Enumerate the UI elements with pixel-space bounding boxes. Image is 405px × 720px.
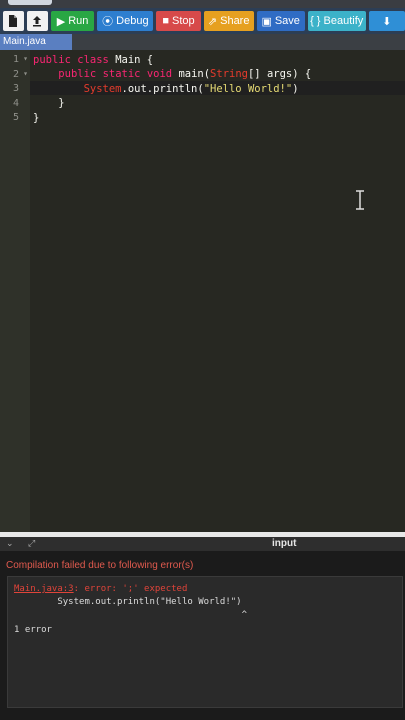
file-tab-bar: Main.java: [0, 34, 405, 50]
io-panel-header: ⌄ ⤢ input: [0, 537, 405, 551]
code-token: main(: [178, 68, 211, 80]
input-tab[interactable]: input: [272, 538, 296, 549]
toolbar: ▶ Run ⦿ Debug ■ Stop ⇗ Share ▣ Save { } …: [0, 8, 405, 34]
code-token: class: [77, 53, 116, 66]
code-token: String: [210, 68, 248, 80]
beautify-button-label: { } Beautify: [310, 15, 364, 27]
line-number-text: 5: [12, 112, 19, 123]
code-line: }: [33, 112, 39, 124]
save-button-label: Save: [274, 15, 300, 27]
code-line: }: [33, 97, 65, 109]
error-location-link[interactable]: Main.java:3: [14, 584, 74, 594]
file-icon: [9, 15, 18, 27]
code-token: Main {: [115, 53, 154, 66]
code-token: System: [83, 82, 122, 95]
browser-top-strip: [0, 0, 405, 8]
line-number-text: 4: [12, 97, 19, 109]
error-message: : error: ';' expected: [73, 584, 188, 594]
output-panel: Compilation failed due to following erro…: [0, 551, 405, 720]
download-button[interactable]: ⬇: [368, 11, 405, 31]
chevron-down-icon[interactable]: ⌄: [6, 538, 14, 549]
code-token: void: [146, 68, 179, 80]
floppy-disk-icon: ▣: [261, 15, 272, 28]
expand-icon[interactable]: ⤢: [28, 538, 35, 549]
code-token: [] args) {: [247, 68, 312, 80]
download-icon: ⬇: [382, 15, 392, 28]
output-console: Main.java:3: error: ';' expected System.…: [7, 576, 403, 708]
text-cursor-icon: [356, 190, 364, 210]
code-token: "Hello World!": [203, 82, 293, 95]
line-number-text: 3: [12, 83, 19, 94]
code-token: public: [33, 53, 78, 66]
console-error-count: 1 error: [14, 625, 52, 635]
fold-arrow-icon[interactable]: ▾: [23, 69, 28, 78]
debug-button-label: Debug: [116, 15, 149, 27]
code-token: ): [292, 82, 299, 95]
code-token: public: [58, 68, 103, 80]
console-error-line: Main.java:3: error: ';' expected: [14, 584, 187, 594]
upload-icon: [33, 16, 42, 27]
share-icon: ⇗: [207, 15, 218, 28]
console-source-line: System.out.println("Hello World!"): [14, 597, 242, 607]
save-button[interactable]: ▣ Save: [256, 11, 305, 31]
share-button-label: Share: [220, 15, 250, 27]
run-button-label: Run: [68, 15, 89, 27]
console-caret-line: ^: [14, 610, 247, 620]
share-button[interactable]: ⇗ Share: [203, 11, 254, 31]
debug-button[interactable]: ⦿ Debug: [97, 11, 154, 31]
browser-tab[interactable]: [8, 0, 52, 5]
stop-button[interactable]: ■ Stop: [156, 11, 201, 31]
code-line: public class Main {: [33, 54, 153, 66]
beautify-button[interactable]: { } Beautify: [307, 11, 366, 31]
code-editor[interactable]: 1 ▾ public class Main { 2 ▾ public static vo…: [0, 50, 405, 532]
play-icon: ▶: [56, 15, 66, 28]
new-file-button[interactable]: [3, 11, 24, 31]
fold-arrow-icon[interactable]: ▾: [23, 54, 28, 63]
bug-icon: ⦿: [102, 16, 114, 28]
code-line: System.out.println("Hello World!"): [33, 83, 299, 95]
code-token: }: [33, 97, 65, 109]
code-token: static: [102, 68, 147, 80]
code-token: .out.println(: [121, 82, 204, 95]
compilation-failed-message: Compilation failed due to following erro…: [6, 560, 194, 571]
stop-button-label: Stop: [172, 15, 195, 27]
line-number-text: 1: [12, 54, 19, 65]
code-token: }: [33, 111, 40, 124]
code-line: public static void main(String[] args) {: [33, 68, 311, 80]
upload-button[interactable]: [26, 11, 48, 31]
run-button[interactable]: ▶ Run: [50, 11, 95, 31]
line-number-text: 2: [12, 68, 19, 80]
file-tab-main-java[interactable]: Main.java: [0, 34, 72, 50]
stop-icon: ■: [162, 15, 170, 27]
